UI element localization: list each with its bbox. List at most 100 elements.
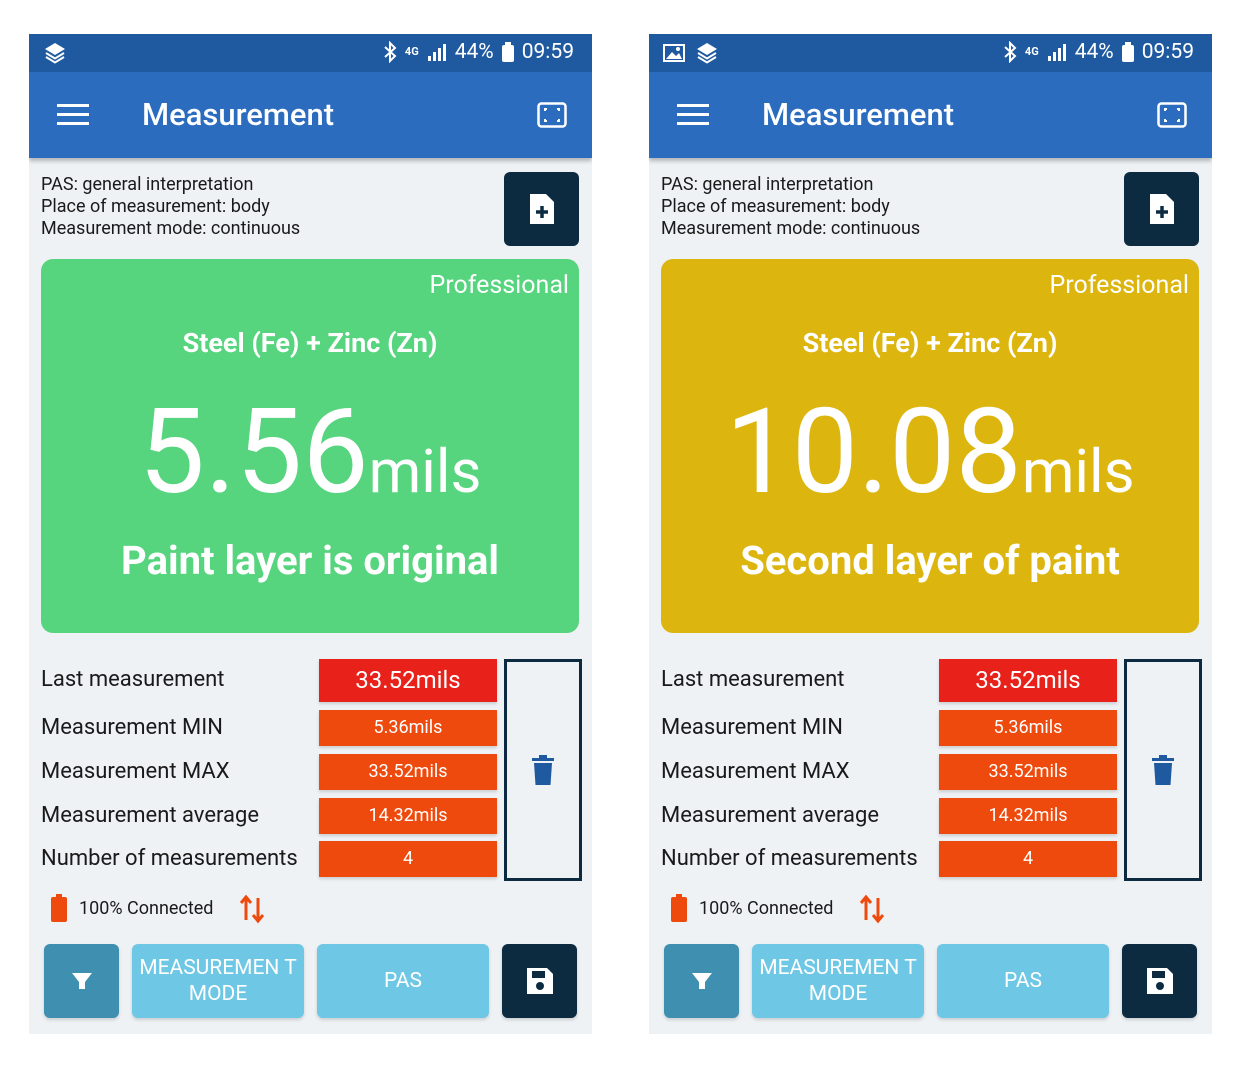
device-battery-level: 100% [699,898,743,919]
add-document-icon [529,194,554,224]
new-document-button[interactable] [1124,172,1199,246]
place-info: Place of measurement: body [661,196,890,217]
count-label: Number of measurements [41,846,298,871]
thickness-display: 10.08mils [661,387,1199,517]
fullscreen-icon[interactable] [537,102,567,128]
device-battery-icon [51,894,67,922]
thickness-display: 5.56mils [41,387,579,517]
trash-icon [1152,755,1174,785]
connection-label: Connected [127,898,214,919]
sync-arrows-icon [239,894,265,924]
status-bar: 4G 44% 09:59 [29,34,592,72]
save-icon [1146,968,1173,994]
status-right-icons: 4G 44% 09:59 [1003,40,1194,64]
last-measurement-label: Last measurement [661,667,845,692]
material-label: Steel (Fe) + Zinc (Zn) [182,327,438,359]
delete-measurements-button[interactable] [504,659,582,881]
page-title: Measurement [142,96,335,133]
mode-info: Measurement mode: continuous [41,218,301,239]
filter-icon [71,973,92,989]
save-icon [526,968,553,994]
measurement-mode-button[interactable]: MEASUREMEN T MODE [132,944,304,1018]
clock: 09:59 [521,40,574,64]
pas-button[interactable]: PAS [937,944,1109,1018]
trash-icon [532,755,554,785]
material-label: Steel (Fe) + Zinc (Zn) [802,327,1058,359]
app-bar: Measurement [29,72,592,158]
result-card: Professional Steel (Fe) + Zinc (Zn) 10.0… [661,259,1199,633]
average-label: Measurement average [41,803,260,828]
clock: 09:59 [1141,40,1194,64]
interpretation-result: Paint layer is original [121,537,499,584]
app-bar: Measurement [649,72,1212,158]
count-label: Number of measurements [661,846,918,871]
delete-measurements-button[interactable] [1124,659,1202,881]
max-value: 33.52mils [939,754,1117,790]
save-button[interactable] [502,944,577,1018]
count-value: 4 [319,841,497,877]
menu-icon [677,104,709,107]
sync-arrows-icon [859,894,885,924]
new-document-button[interactable] [504,172,579,246]
measurement-mode-button[interactable]: MEASUREMEN T MODE [752,944,924,1018]
bluetooth-icon [384,41,397,63]
connection-label: Connected [747,898,834,919]
page-title: Measurement [762,96,955,133]
min-value: 5.36mils [939,710,1117,746]
min-label: Measurement MIN [41,715,223,740]
network-type: 4G [404,45,419,58]
thickness-value: 5.56 [138,383,369,521]
signal-icon [427,44,446,61]
average-label: Measurement average [661,803,880,828]
level-label: Professional [1049,271,1189,300]
phone-screen-left: 4G 44% 09:59 Measurement PAS: general in… [29,34,592,1034]
status-left-icons [43,41,67,65]
gallery-icon [663,44,685,62]
network-type: 4G [1024,45,1039,58]
max-label: Measurement MAX [41,759,230,784]
thickness-unit: mils [1021,436,1135,507]
menu-button[interactable] [57,104,89,126]
phone-battery-icon [1121,42,1134,62]
pas-button[interactable]: PAS [317,944,489,1018]
menu-icon [57,104,89,107]
filter-icon [691,973,712,989]
save-button[interactable] [1122,944,1197,1018]
status-right-icons: 4G 44% 09:59 [383,40,574,64]
bluetooth-icon [1004,41,1017,63]
interpretation-result: Second layer of paint [740,537,1120,584]
pas-info: PAS: general interpretation [661,174,874,195]
layers-icon [697,43,717,64]
fullscreen-icon[interactable] [1157,102,1187,128]
phone-screen-right: 4G 44% 09:59 Measurement PAS: general in… [649,34,1212,1034]
last-measurement-value: 33.52mils [939,659,1117,702]
result-card: Professional Steel (Fe) + Zinc (Zn) 5.56… [41,259,579,633]
status-bar: 4G 44% 09:59 [649,34,1212,72]
average-value: 14.32mils [939,798,1117,834]
filter-button[interactable] [664,944,739,1018]
place-info: Place of measurement: body [41,196,270,217]
last-measurement-label: Last measurement [41,667,225,692]
filter-button[interactable] [44,944,119,1018]
thickness-unit: mils [368,436,482,507]
count-value: 4 [939,841,1117,877]
device-battery-level: 100% [79,898,123,919]
measurement-info: PAS: general interpretation Place of mea… [661,174,920,240]
max-label: Measurement MAX [661,759,850,784]
connection-status: 100% Connected [79,898,213,919]
layers-icon [45,43,65,64]
min-value: 5.36mils [319,710,497,746]
last-measurement-value: 33.52mils [319,659,497,702]
menu-button[interactable] [677,104,709,126]
add-document-icon [1149,194,1174,224]
phone-battery-icon [501,42,514,62]
device-battery-icon [671,894,687,922]
signal-icon [1047,44,1066,61]
level-label: Professional [429,271,569,300]
average-value: 14.32mils [319,798,497,834]
status-left-icons [663,41,719,65]
min-label: Measurement MIN [661,715,843,740]
mode-info: Measurement mode: continuous [661,218,921,239]
measurement-info: PAS: general interpretation Place of mea… [41,174,300,240]
pas-info: PAS: general interpretation [41,174,254,195]
